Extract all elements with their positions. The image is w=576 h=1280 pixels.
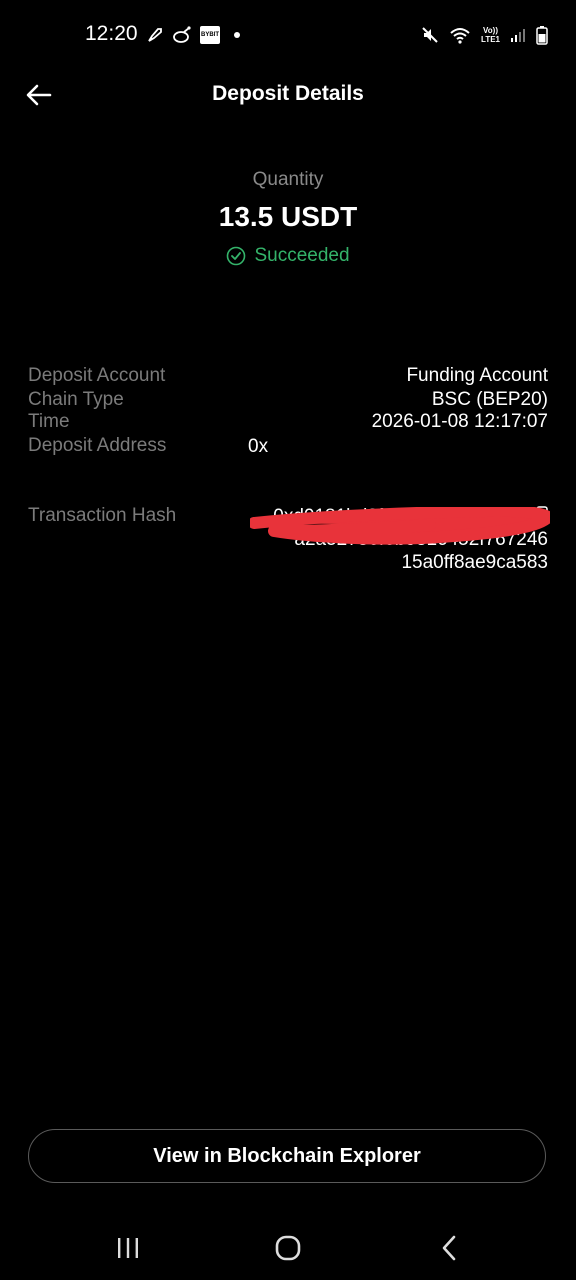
satellite-icon <box>172 26 192 44</box>
deposit-account-label: Deposit Account <box>28 365 166 386</box>
volte-line2: LTE1 <box>481 35 500 44</box>
status-time: 12:20 <box>85 22 138 45</box>
battery-icon <box>536 25 548 45</box>
copy-icon[interactable] <box>532 505 548 528</box>
chain-type-value: BSC (BEP20) <box>431 389 548 410</box>
home-icon <box>275 1235 301 1261</box>
transaction-hash-line2: a2a52736f6b9316452f767246 <box>294 529 548 550</box>
status-badge: Succeeded <box>0 245 576 267</box>
recents-button[interactable] <box>108 1233 148 1263</box>
deposit-address-label: Deposit Address <box>28 435 167 456</box>
explorer-button-label: View in Blockchain Explorer <box>153 1144 421 1167</box>
time-value: 2026-01-08 12:17:07 <box>371 411 548 432</box>
system-nav-bar <box>0 1215 576 1280</box>
deposit-address-line1: 0x <box>248 436 269 457</box>
chevron-left-icon <box>442 1235 456 1261</box>
transaction-hash-line1: 0xd0181bd0faa6272a261c1f9f <box>273 506 530 527</box>
status-left-icons: BYBIT <box>146 24 240 46</box>
recents-icon <box>118 1238 138 1258</box>
transaction-hash-value: 0xd0181bd0faa6272a261c1f9f a2a52736f6b93… <box>273 505 548 574</box>
notification-dot <box>234 32 240 38</box>
status-right-icons: Vo)) LTE1 <box>421 22 548 48</box>
rocket-icon <box>146 26 164 44</box>
transaction-hash-line3: 15a0ff8ae9ca583 <box>401 552 548 573</box>
time-label: Time <box>28 411 70 432</box>
quantity-label: Quantity <box>252 169 324 190</box>
check-circle-icon <box>227 246 246 266</box>
page-title: Deposit Details <box>212 82 364 105</box>
transaction-hash-label: Transaction Hash <box>28 505 177 526</box>
view-in-blockchain-explorer-button[interactable]: View in Blockchain Explorer <box>28 1129 546 1183</box>
deposit-summary: Quantity 13.5 USDT Succeeded <box>0 165 576 267</box>
status-text: Succeeded <box>254 245 350 266</box>
mute-icon <box>421 26 439 44</box>
status-bar: 12:20 BYBIT Vo)) LTE1 <box>0 0 576 70</box>
signal-icon <box>510 27 526 43</box>
home-button[interactable] <box>268 1233 308 1263</box>
deposit-account-value: Funding Account <box>406 365 548 386</box>
header: Deposit Details <box>0 70 576 120</box>
back-nav-button[interactable] <box>430 1233 470 1263</box>
bybit-app-icon: BYBIT <box>200 26 220 44</box>
deposit-address-value: 0x <box>248 435 268 458</box>
volte-line1: Vo)) <box>483 26 498 35</box>
quantity-value: 13.5 USDT <box>218 201 358 232</box>
wifi-icon <box>449 26 471 44</box>
chain-type-label: Chain Type <box>28 389 124 410</box>
volte-icon: Vo)) LTE1 <box>481 26 500 44</box>
